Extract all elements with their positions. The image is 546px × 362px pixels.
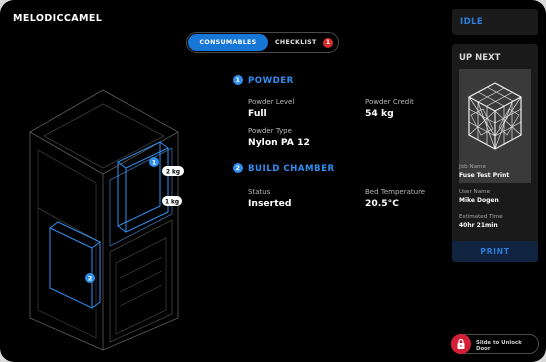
build-chamber-section-title: BUILD CHAMBER <box>248 164 335 174</box>
hopper-weight-tag: 2 kg <box>166 170 180 176</box>
powder-section-header: 1 POWDER <box>233 75 294 86</box>
printer-name: MELODICCAMEL <box>13 13 103 24</box>
user-name-value: Mike Dogen <box>459 197 499 204</box>
job-name-value: Fuse Test Print <box>459 172 510 179</box>
tab-consumables[interactable]: CONSUMABLES <box>188 34 268 51</box>
printer-status-panel: IDLE <box>452 9 538 35</box>
estimated-time-value: 40hr 21min <box>459 222 498 229</box>
tab-checklist[interactable]: CHECKLIST <box>275 34 317 51</box>
estimated-time-label: Estimated Time <box>459 214 503 220</box>
checklist-count-badge: 1 <box>323 38 333 48</box>
diagram-marker-1: 1 <box>152 159 157 167</box>
chamber-status-value: Inserted <box>248 198 292 209</box>
up-next-title: UP NEXT <box>459 53 501 63</box>
build-chamber-section-header: 2 BUILD CHAMBER <box>233 163 335 174</box>
bed-temperature-label: Bed Temperature <box>365 188 426 196</box>
unlock-slider-knob[interactable] <box>451 334 471 354</box>
up-next-card: UP NEXT Job Name Fuse Test Print User Na… <box>452 44 538 262</box>
powder-type-label: Powder Type <box>248 127 292 135</box>
powder-type-value: Nylon PA 12 <box>248 137 310 148</box>
powder-level-value: Full <box>248 108 267 119</box>
print-button[interactable]: PRINT <box>452 241 538 262</box>
tab-checklist-label: CHECKLIST <box>275 39 317 46</box>
cartridge-weight-tag: 1 kg <box>165 200 179 206</box>
powder-credit-value: 54 kg <box>365 108 394 119</box>
lock-icon <box>457 338 465 349</box>
printer-screen: MELODICCAMEL CONSUMABLES CHECKLIST 1 1 2… <box>0 0 546 362</box>
unlock-slider-label: Slide to Unlock Door <box>476 340 522 352</box>
bed-temperature-value: 20.5°C <box>365 198 400 209</box>
powder-section-title: POWDER <box>248 76 294 86</box>
build-chamber-section-number: 2 <box>233 163 243 173</box>
diagram-marker-2: 2 <box>88 275 93 283</box>
printer-status: IDLE <box>460 17 484 27</box>
chamber-status-label: Status <box>248 188 271 196</box>
unlock-door-slider[interactable]: Slide to Unlock Door <box>451 334 539 354</box>
user-name-label: User Name <box>459 189 491 195</box>
powder-credit-label: Powder Credit <box>365 98 414 106</box>
tab-switcher: CONSUMABLES CHECKLIST 1 <box>186 32 339 53</box>
printer-diagram: 1 2 2 kg 1 kg <box>29 89 184 351</box>
powder-section-number: 1 <box>233 75 243 85</box>
powder-level-label: Powder Level <box>248 98 295 106</box>
job-name-label: Job Name <box>459 164 486 170</box>
